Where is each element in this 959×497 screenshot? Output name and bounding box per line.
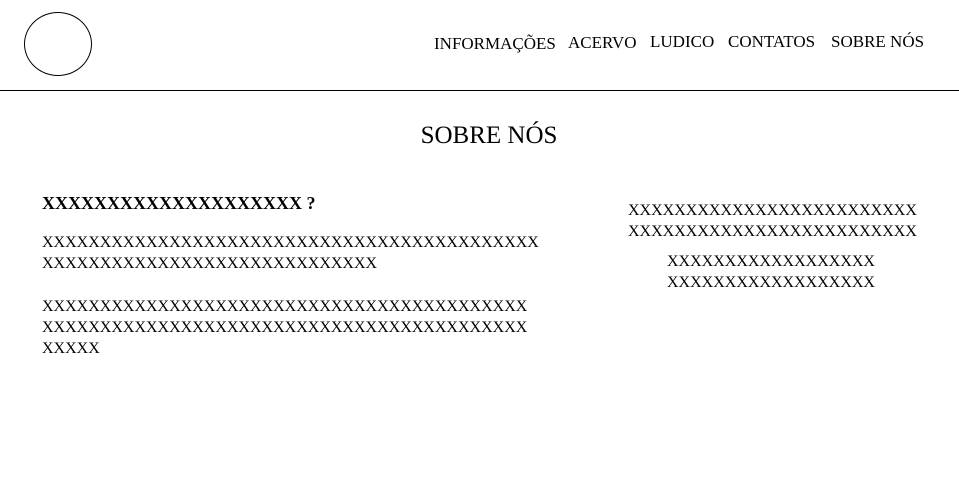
nav-item-informacoes[interactable]: INFORMAÇÕES <box>434 34 556 54</box>
section-question: XXXXXXXXXXXXXXXXXXXX ? <box>42 193 316 213</box>
logo-placeholder[interactable] <box>24 12 92 76</box>
side-text-block-2: XXXXXXXXXXXXXXXXXX XXXXXXXXXXXXXXXXXX <box>667 251 898 293</box>
paragraph-2-line: XXXXXXXXXXXXXXXXXXXXXXXXXXXXXXXXXXXXXXXX… <box>42 298 528 315</box>
paragraph-1-line: XXXXXXXXXXXXXXXXXXXXXXXXXXXXXXXXXXXXXXXX… <box>42 234 539 251</box>
main-content: XXXXXXXXXXXXXXXXXXXX ? XXXXXXXXXXXXXXXXX… <box>42 192 539 359</box>
nav-item-contatos[interactable]: CONTATOS <box>728 32 815 52</box>
side-text-line: XXXXXXXXXXXXXXXXXX <box>667 274 875 291</box>
side-text-block-1: XXXXXXXXXXXXXXXXXXXXXXXXX XXXXXXXXXXXXXX… <box>628 200 917 242</box>
paragraph-1-line: XXXXXXXXXXXXXXXXXXXXXXXXXXXXX <box>42 255 378 272</box>
nav-item-acervo[interactable]: ACERVO <box>568 33 637 53</box>
side-text-line: XXXXXXXXXXXXXXXXXXXXXXXXX <box>628 202 917 219</box>
side-content: XXXXXXXXXXXXXXXXXXXXXXXXX XXXXXXXXXXXXXX… <box>628 200 917 293</box>
nav-item-sobre-nos[interactable]: SOBRE NÓS <box>831 32 924 52</box>
paragraph-2-line: XXXXXXXXXXXXXXXXXXXXXXXXXXXXXXXXXXXXXXXX… <box>42 319 528 336</box>
side-text-line: XXXXXXXXXXXXXXXXXX <box>667 253 875 270</box>
paragraph-2: XXXXXXXXXXXXXXXXXXXXXXXXXXXXXXXXXXXXXXXX… <box>42 296 528 359</box>
page-title: SOBRE NÓS <box>420 122 558 149</box>
site-header: INFORMAÇÕES ACERVO LUDICO CONTATOS SOBRE… <box>0 0 959 91</box>
nav-item-ludico[interactable]: LUDICO <box>650 32 714 52</box>
paragraph-1: XXXXXXXXXXXXXXXXXXXXXXXXXXXXXXXXXXXXXXXX… <box>42 232 539 274</box>
side-text-line: XXXXXXXXXXXXXXXXXXXXXXXXX <box>628 223 917 240</box>
paragraph-2-line: XXXXX <box>42 340 100 357</box>
